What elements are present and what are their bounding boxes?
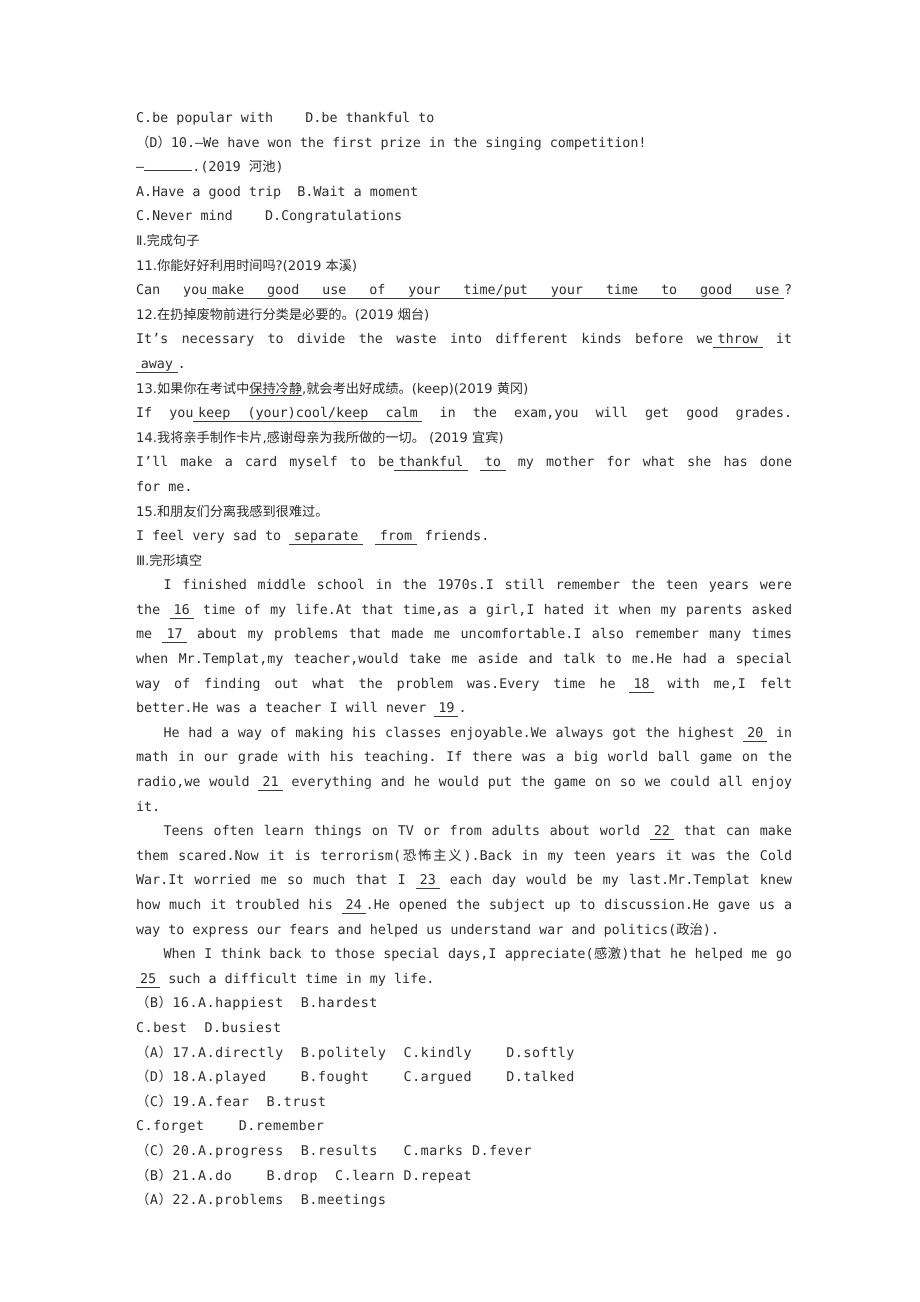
question-12-answer-cont: away. (136, 353, 792, 378)
question-13-answer: If you keep (your)cool/keep calm in the e… (136, 402, 792, 427)
q15-post: friends. (416, 529, 490, 545)
cloze-blank-16: 16 (169, 602, 194, 619)
question-10-stem: （D）10.—We have won the first prize in th… (136, 135, 647, 151)
answer-line-19-cont: C.forget D.remember (136, 1119, 325, 1135)
seg-text: such a difficult time in my life. (160, 971, 435, 987)
answer-line-21: （B）21.A.do B.drop C.learn D.repeat (136, 1168, 473, 1184)
q12-fill: throw (712, 332, 763, 349)
cloze-blank-25: 25 (136, 971, 161, 988)
q13-post-cjk: ,就会考出好成绩。(keep)(2019 黄冈) (302, 381, 529, 397)
document-body: C.be popular with D.be thankful to （D）10… (136, 107, 792, 1214)
question-10-source: .(2019 河池) (192, 160, 284, 176)
answer-line-16: （B）16.A.happiest B.hardest (136, 996, 378, 1012)
answer-line-16-cont: C.best D.busiest (136, 1020, 282, 1036)
answer-line-19: （C）19.A.fear B.trust (136, 1094, 327, 1110)
option-line-c-d: C.be popular with D.be thankful to (136, 111, 435, 126)
blank-rule (144, 170, 193, 172)
q13-pre-cjk: 13.如果你在考试中 (136, 381, 250, 397)
section-heading-2: Ⅱ.完成句子 (136, 233, 200, 249)
dash-mark: — (136, 160, 145, 176)
answer-line-18: （D）18.A.played B.fought C.argued D.talke… (136, 1070, 575, 1086)
answer-line-20: （C）20.A.progress B.results C.marks D.fev… (136, 1143, 532, 1159)
section-heading-3: Ⅲ.完形填空 (136, 553, 203, 569)
q14-post: my mother for what she has done (505, 455, 793, 471)
cloze-paragraph-2: He had a way of making his classes enjoy… (136, 722, 792, 820)
cloze-blank-17: 17 (162, 627, 187, 644)
question-15-prompt: 15.和朋友们分离我感到很难过。 (136, 504, 329, 520)
q11-post: ? (783, 283, 792, 299)
question-11-prompt: 11.你能好好利用时间吗?(2019 本溪) (136, 258, 358, 274)
cloze-blank-19: 19 (434, 701, 459, 718)
cloze-blank-23: 23 (415, 873, 440, 890)
cloze-paragraph-4: When I think back to those special days,… (136, 943, 792, 992)
seg-text: . (458, 701, 467, 717)
q15-fill-a: separate (289, 529, 364, 546)
q12-post-b: . (177, 356, 186, 372)
q14-fill-a: thankful (394, 455, 469, 472)
q12-fill-b: away (136, 356, 178, 373)
seg-text: When I think back to those special days,… (163, 947, 792, 963)
cloze-blank-24: 24 (341, 898, 366, 914)
q13-pre: If you (136, 406, 194, 422)
cloze-blank-22: 22 (649, 824, 674, 841)
answer-line-17: （A）17.A.directly B.politely C.kindly D.s… (136, 1045, 575, 1061)
q14-fill-b: to (480, 455, 506, 472)
q12-post: it (762, 332, 792, 348)
cloze-blank-21: 21 (258, 775, 283, 792)
seg-text: He had a way of making his classes enjoy… (163, 725, 744, 741)
question-15-answer: I feel very sad to separate from friends. (136, 525, 792, 550)
question-12-answer: It’s necessary to divide the waste into … (136, 328, 792, 353)
question-12-prompt: 12.在扔掉废物前进行分类是必要的。(2019 烟台) (136, 307, 430, 323)
seg-text: Teens often learn things on TV or from a… (163, 824, 650, 840)
q13-keyword: 保持冷静 (249, 381, 303, 397)
cloze-paragraph-3: Teens often learn things on TV or from a… (136, 820, 792, 943)
question-10-answer-line: — .(2019 河池) (136, 156, 792, 181)
cloze-paragraph-1: I finished middle school in the 1970s.I … (136, 574, 792, 722)
q11-fill: make good use of your time/put your time… (207, 283, 784, 300)
question-10-options-ab: A.Have a good trip B.Wait a moment (136, 184, 419, 200)
cloze-blank-20: 20 (743, 725, 768, 742)
q14-pre: I’ll make a card myself to be (136, 455, 395, 471)
question-14-prompt: 14.我将亲手制作卡片,感谢母亲为我所做的一切。 (2019 宜宾) (136, 430, 504, 446)
question-13-prompt: 13.如果你在考试中保持冷静,就会考出好成绩。(keep)(2019 黄冈) (136, 378, 792, 403)
question-14-answer: I’ll make a card myself to be thankful to … (136, 451, 792, 476)
q13-fill: keep (your)cool/keep calm (193, 406, 423, 423)
answer-line-22: （A）22.A.problems B.meetings (136, 1193, 387, 1209)
question-11-answer: Can you make good use of your time/put yo… (136, 279, 792, 304)
q11-pre: Can you (136, 283, 208, 299)
q13-post: in the exam,you will get good grades. (422, 406, 793, 422)
question-10-options-cd: C.Never mind D.Congratulations (136, 209, 403, 225)
question-14-answer-cont: for me. (136, 479, 193, 495)
q15-fill-b: from (375, 529, 417, 546)
cloze-blank-18: 18 (629, 676, 654, 693)
q12-pre: It’s necessary to divide the waste into … (136, 332, 713, 348)
q15-pre: I feel very sad to (136, 529, 290, 545)
document-page: C.be popular with D.be thankful to （D）10… (0, 0, 920, 1302)
